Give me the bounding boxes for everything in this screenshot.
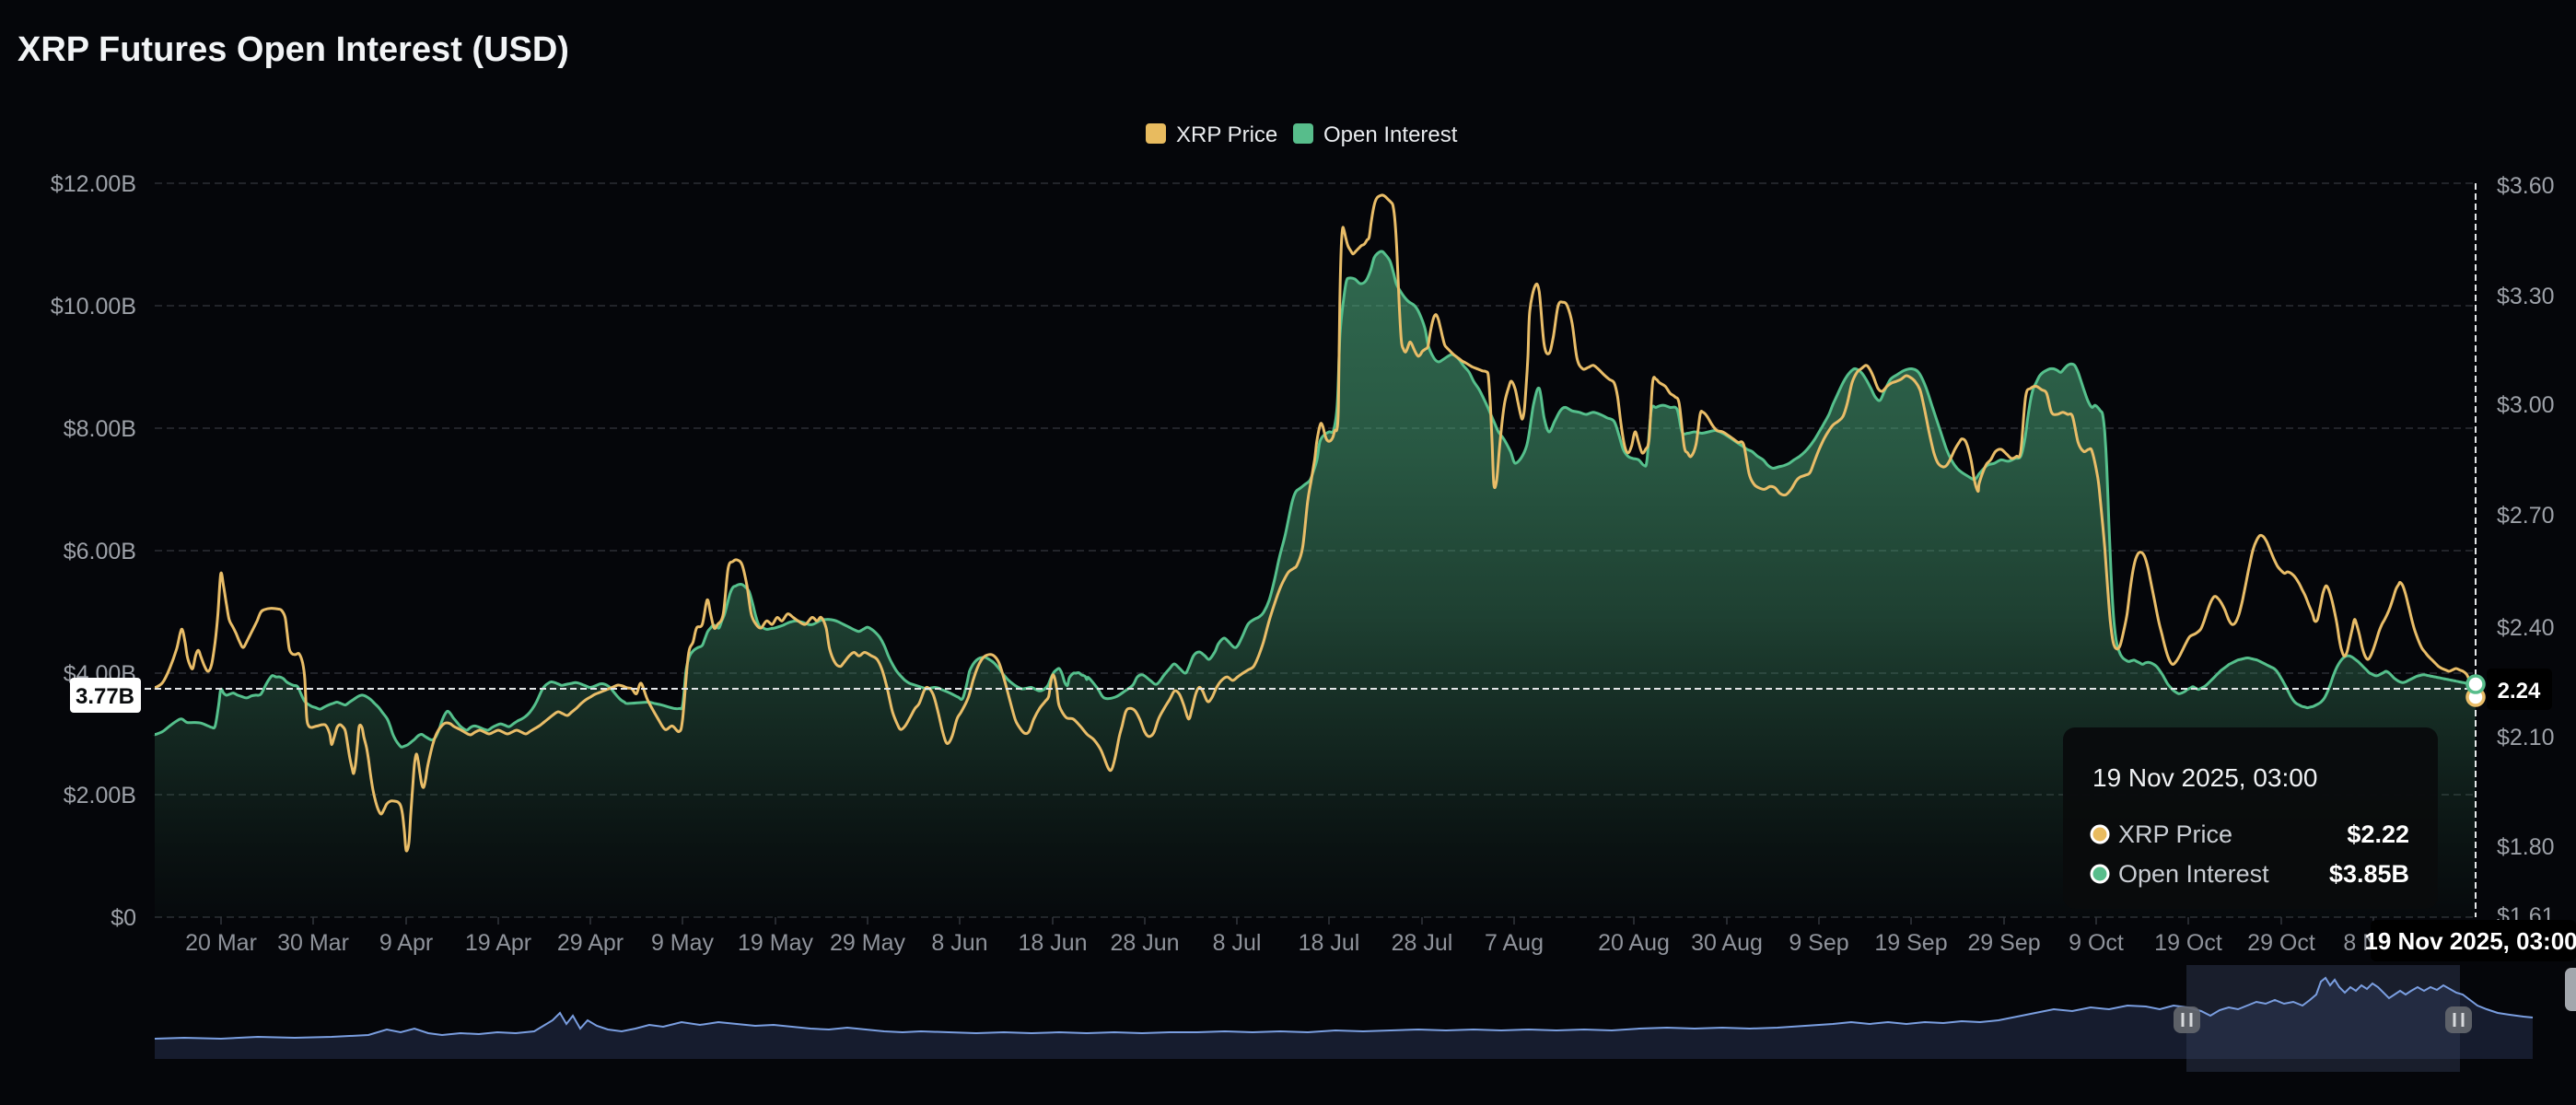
svg-text:9 Apr: 9 Apr [379, 930, 433, 956]
svg-text:28 Jul: 28 Jul [1392, 930, 1453, 956]
svg-text:28 Jun: 28 Jun [1110, 930, 1179, 956]
svg-text:18 Jun: 18 Jun [1018, 930, 1087, 956]
svg-text:XRP Futures Open Interest (USD: XRP Futures Open Interest (USD) [17, 30, 569, 69]
svg-text:Open Interest: Open Interest [1323, 122, 1458, 147]
svg-text:$2.22: $2.22 [2347, 820, 2409, 848]
svg-text:19 Nov 2025, 03:00: 19 Nov 2025, 03:00 [2364, 927, 2576, 955]
svg-text:XRP Price: XRP Price [2118, 820, 2232, 848]
svg-text:20 Aug: 20 Aug [1598, 930, 1670, 956]
svg-text:$10.00B: $10.00B [51, 294, 136, 320]
svg-text:19 Apr: 19 Apr [465, 930, 531, 956]
svg-text:8 Jun: 8 Jun [931, 930, 987, 956]
svg-text:19 Nov 2025, 03:00: 19 Nov 2025, 03:00 [2092, 763, 2317, 792]
svg-text:$3.60: $3.60 [2497, 173, 2555, 199]
svg-text:29 Apr: 29 Apr [557, 930, 624, 956]
svg-text:$8.00B: $8.00B [64, 416, 136, 442]
svg-text:7 Aug: 7 Aug [1485, 930, 1544, 956]
svg-text:29 Sep: 29 Sep [1967, 930, 2040, 956]
svg-text:2.24: 2.24 [2498, 679, 2541, 704]
svg-text:$2.10: $2.10 [2497, 725, 2555, 750]
svg-text:30 Mar: 30 Mar [277, 930, 349, 956]
svg-text:$12.00B: $12.00B [51, 171, 136, 197]
svg-text:9 Sep: 9 Sep [1789, 930, 1848, 956]
svg-text:Open Interest: Open Interest [2118, 860, 2269, 888]
svg-text:$6.00B: $6.00B [64, 539, 136, 564]
svg-text:29 Oct: 29 Oct [2247, 930, 2315, 956]
svg-text:$2.00B: $2.00B [64, 783, 136, 808]
svg-text:$3.30: $3.30 [2497, 284, 2555, 309]
svg-text:XRP Price: XRP Price [1176, 122, 1277, 147]
svg-text:$0: $0 [111, 905, 136, 931]
svg-text:29 May: 29 May [830, 930, 905, 956]
svg-text:19 Oct: 19 Oct [2154, 930, 2222, 956]
svg-text:$3.00: $3.00 [2497, 392, 2555, 418]
svg-text:20 Mar: 20 Mar [185, 930, 257, 956]
svg-text:9 May: 9 May [651, 930, 715, 956]
svg-text:3.77B: 3.77B [76, 684, 134, 709]
svg-text:$1.80: $1.80 [2497, 834, 2555, 860]
svg-text:$2.70: $2.70 [2497, 503, 2555, 529]
svg-text:30 Aug: 30 Aug [1691, 930, 1763, 956]
svg-text:9 Oct: 9 Oct [2069, 930, 2124, 956]
svg-text:19 May: 19 May [738, 930, 813, 956]
svg-text:18 Jul: 18 Jul [1299, 930, 1360, 956]
svg-text:8 Jul: 8 Jul [1213, 930, 1262, 956]
svg-text:19 Sep: 19 Sep [1874, 930, 1947, 956]
svg-text:$2.40: $2.40 [2497, 615, 2555, 641]
svg-text:$3.85B: $3.85B [2329, 860, 2409, 888]
